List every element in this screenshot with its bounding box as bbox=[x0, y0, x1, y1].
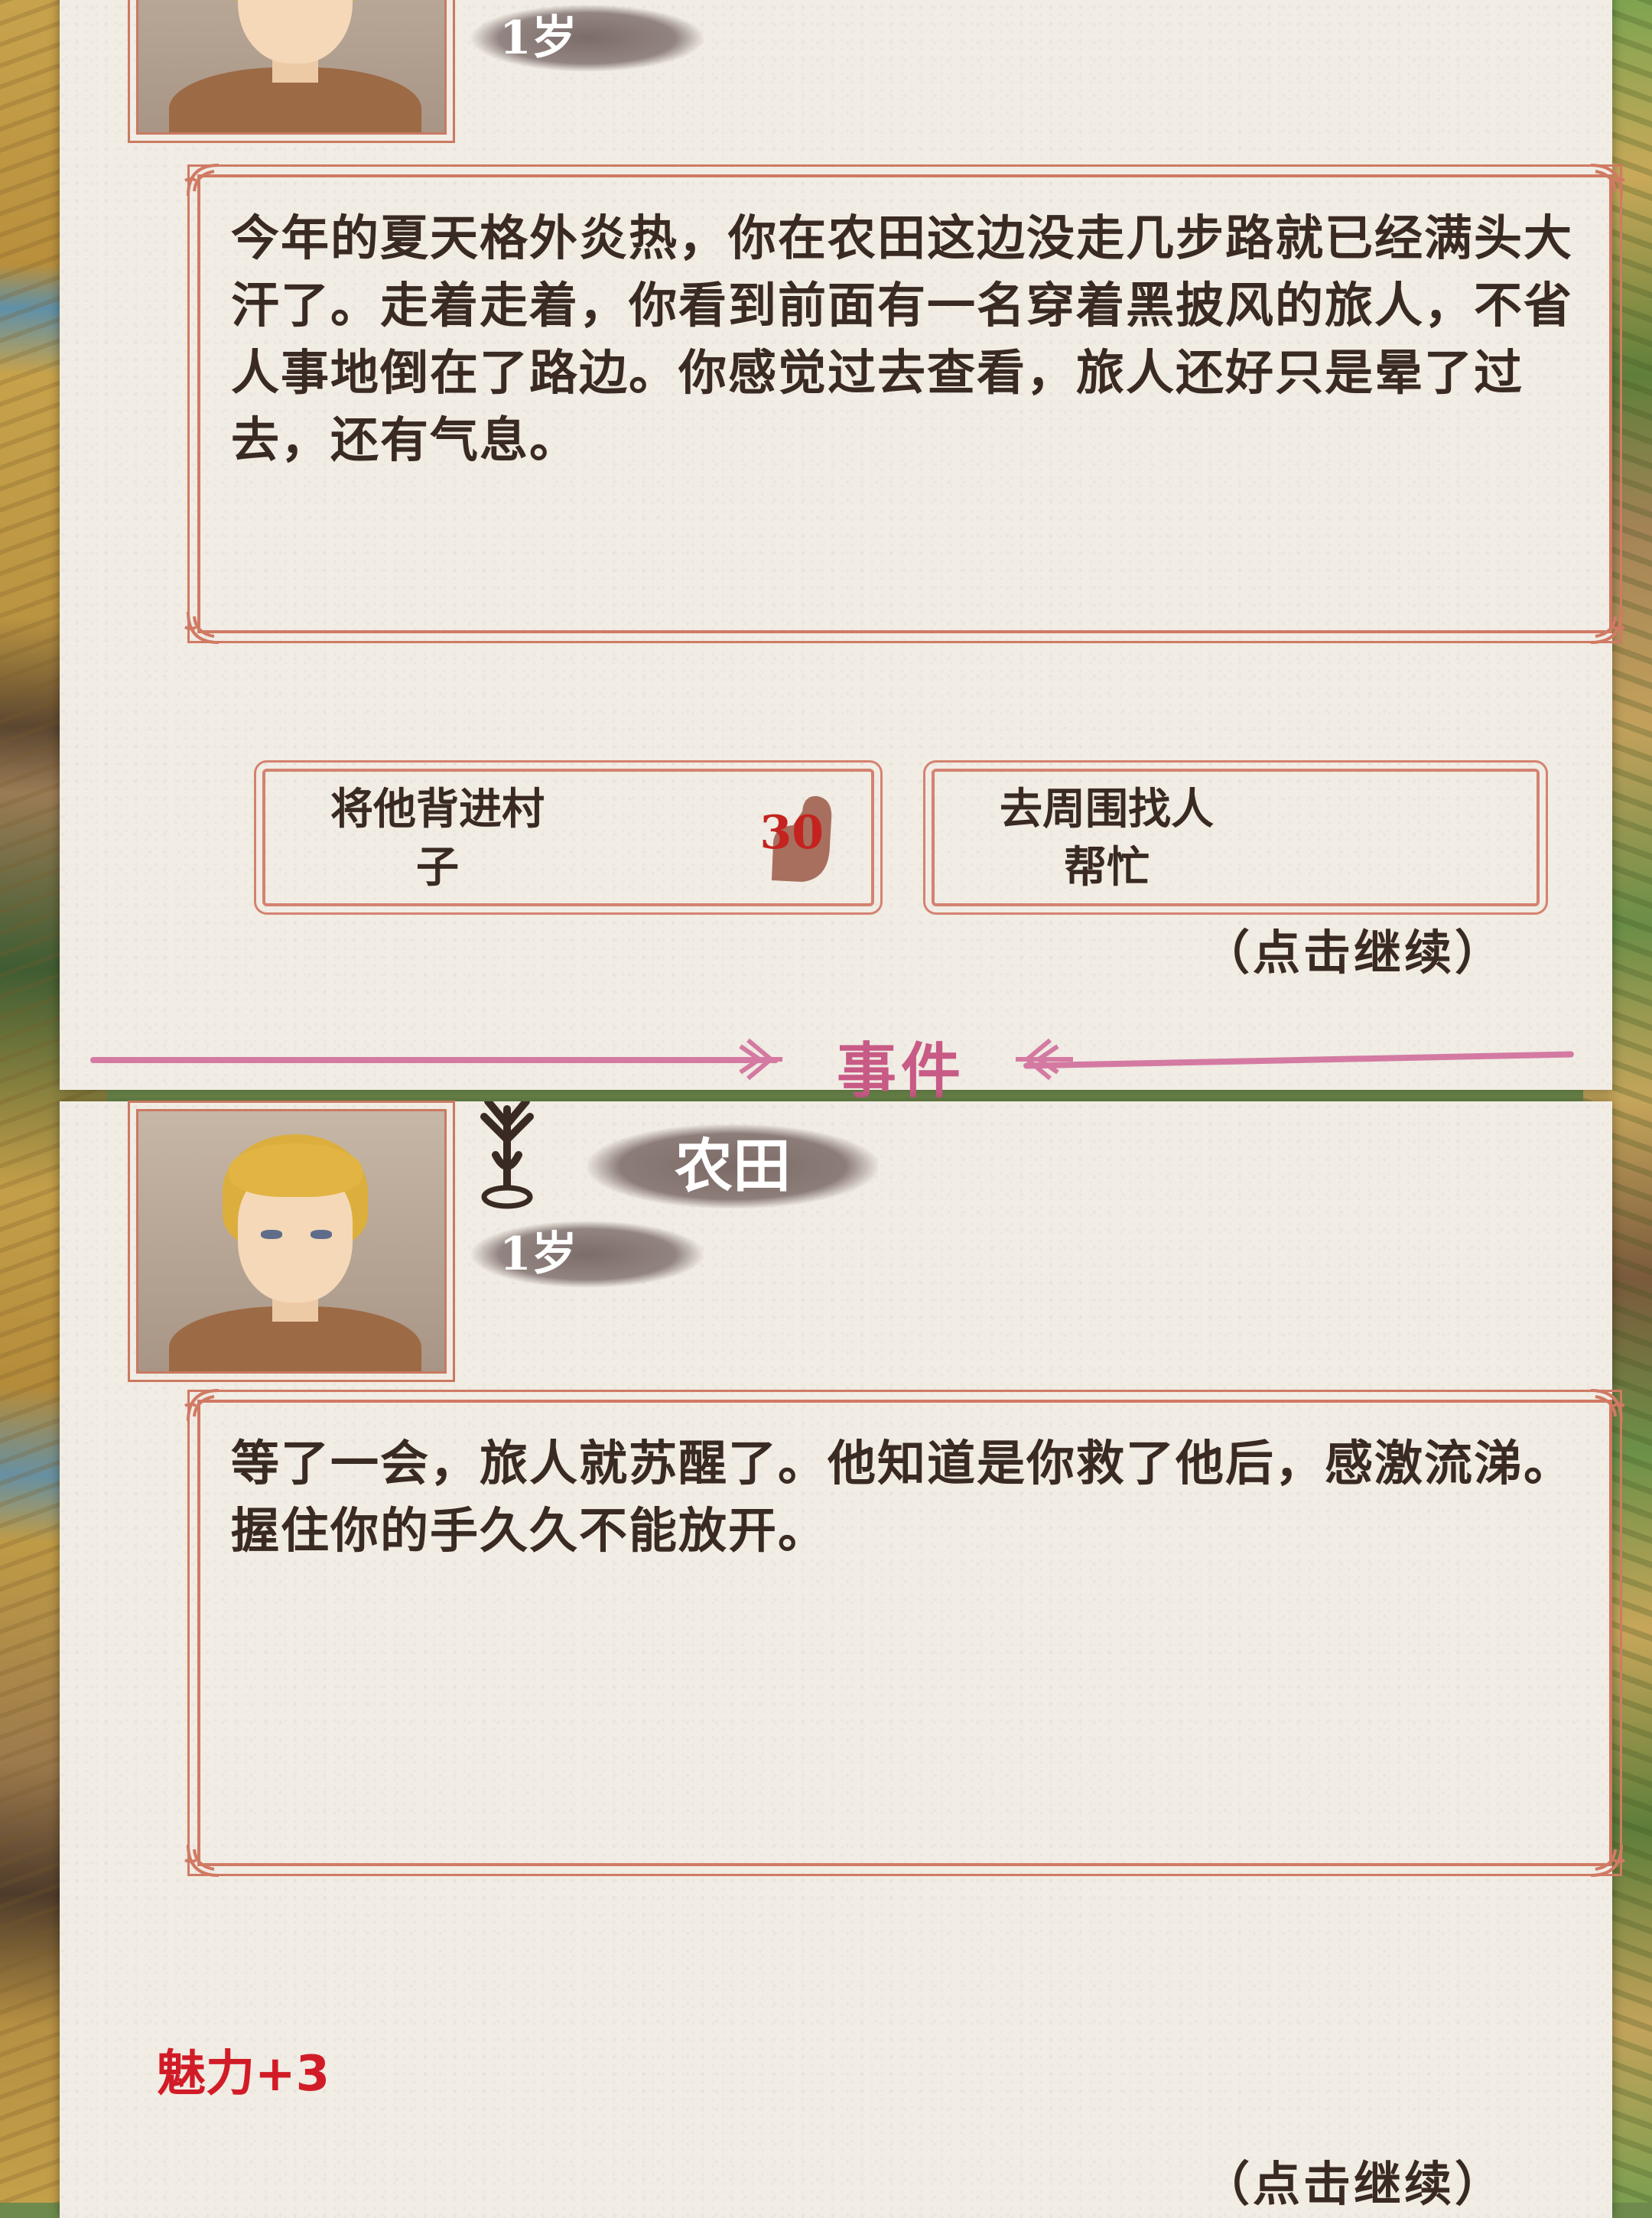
frame-corner-ornament-icon bbox=[1590, 164, 1625, 197]
story-frame: 等了一会，旅人就苏醒了。他知道是你救了他后，感激流涕。握住你的手久久不能放开。 bbox=[184, 1389, 1625, 1877]
story-frame: 今年的夏天格外炎热，你在农田这边没走几步路就已经满头大汗了。走着走着，你看到前面… bbox=[184, 164, 1625, 644]
choice-label: 将他背进村 子 bbox=[330, 785, 545, 893]
story-text: 等了一会，旅人就苏醒了。他知道是你救了他后，感激流涕。握住你的手久久不能放开。 bbox=[231, 1436, 1573, 1559]
location-label: 农田 bbox=[587, 1124, 878, 1208]
age-label: 1岁 bbox=[465, 1216, 710, 1293]
character-portrait bbox=[128, 0, 455, 143]
stat-reward-label: 魅力+3 bbox=[157, 2046, 330, 2103]
event-divider: 事件 bbox=[90, 1017, 1575, 1106]
click-continue-prompt[interactable]: （点击继续） bbox=[1202, 914, 1505, 983]
frame-corner-ornament-icon bbox=[184, 1389, 220, 1422]
story-text: 今年的夏天格外炎热，你在农田这边没走几步路就已经满头大汗了。走着走着，你看到前面… bbox=[231, 210, 1573, 468]
frame-corner-ornament-icon bbox=[1590, 611, 1625, 644]
frame-corner-ornament-icon bbox=[184, 164, 220, 197]
click-continue-prompt[interactable]: （点击继续） bbox=[1202, 2145, 1505, 2214]
divider-ornament-icon bbox=[1016, 1038, 1073, 1081]
choice-label: 去周围找人 帮忙 bbox=[1000, 785, 1214, 893]
divider-ornament-icon bbox=[725, 1038, 782, 1081]
event-card-previous[interactable]: 1岁 今年的夏天格外炎热，你在农田这边没走几步路就已经满头大汗了。走着走着，你看… bbox=[60, 0, 1625, 1090]
frame-corner-ornament-icon bbox=[184, 611, 220, 644]
choice-find-help-button[interactable]: 去周围找人 帮忙 bbox=[923, 760, 1548, 915]
strength-requirement-value: 30 bbox=[759, 806, 824, 860]
frame-corner-ornament-icon bbox=[184, 1844, 220, 1877]
choice-carry-to-village-button[interactable]: 将他背进村 子 30 bbox=[254, 760, 883, 915]
character-portrait bbox=[128, 1101, 455, 1382]
event-divider-title: 事件 bbox=[836, 1037, 965, 1106]
location-pin-icon bbox=[480, 1101, 534, 1209]
frame-corner-ornament-icon bbox=[1590, 1389, 1625, 1422]
age-label: 1岁 bbox=[465, 0, 710, 76]
frame-corner-ornament-icon bbox=[1590, 1844, 1625, 1877]
